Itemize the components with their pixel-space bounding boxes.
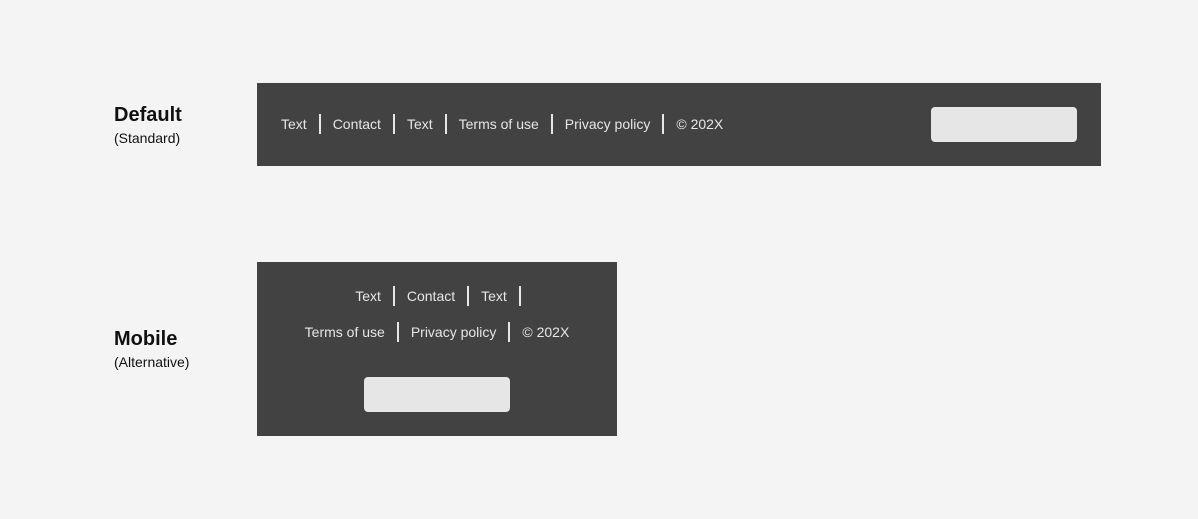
link-separator [662, 114, 665, 134]
footer-mobile: Text Contact Text Terms of use Privacy p… [257, 262, 617, 436]
footer-link-text-2[interactable]: Text [481, 286, 507, 306]
footer-copyright: © 202X [676, 116, 724, 132]
footer-link-privacy[interactable]: Privacy policy [411, 322, 497, 342]
link-separator [318, 114, 321, 134]
link-separator [550, 114, 553, 134]
link-separator [444, 114, 447, 134]
link-separator [518, 286, 521, 306]
footer-link-terms[interactable]: Terms of use [305, 322, 385, 342]
default-variant-title: Default [114, 104, 182, 126]
default-variant-subtitle: (Standard) [114, 130, 181, 146]
footer-link-privacy[interactable]: Privacy policy [565, 114, 651, 134]
link-separator [392, 114, 395, 134]
footer-default: Text Contact Text Terms of use Privacy p… [257, 83, 1101, 166]
mobile-variant-label: Mobile (Alternative) [114, 327, 189, 371]
link-separator [396, 322, 399, 342]
footer-link-contact[interactable]: Contact [407, 286, 455, 306]
default-variant-label: Default (Standard) [114, 103, 182, 147]
footer-copyright: © 202X [522, 324, 570, 340]
mobile-variant-title: Mobile [114, 328, 178, 350]
footer-link-terms[interactable]: Terms of use [459, 114, 539, 134]
footer-link-contact[interactable]: Contact [333, 114, 381, 134]
footer-link-text-1[interactable]: Text [355, 286, 381, 306]
footer-link-text-1[interactable]: Text [281, 114, 307, 134]
mobile-variant-subtitle: (Alternative) [114, 354, 190, 370]
link-separator [508, 322, 511, 342]
footer-placeholder-button[interactable] [931, 107, 1077, 142]
footer-links-row-2: Terms of use Privacy policy © 202X [257, 322, 617, 342]
link-separator [392, 286, 395, 306]
link-separator [467, 286, 470, 306]
footer-links-row: Text Contact Text Terms of use Privacy p… [281, 114, 723, 134]
footer-links-row-1: Text Contact Text [257, 286, 617, 306]
footer-link-text-2[interactable]: Text [407, 114, 433, 134]
footer-placeholder-button[interactable] [364, 377, 510, 412]
